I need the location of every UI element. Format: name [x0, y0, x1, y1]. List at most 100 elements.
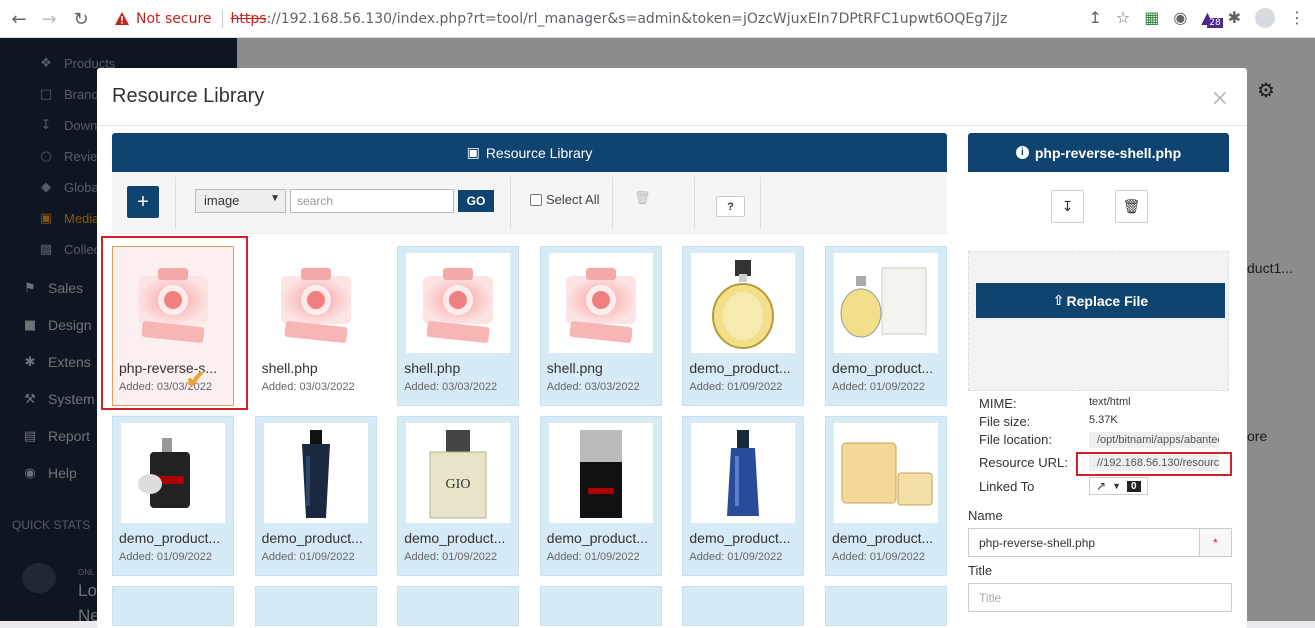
resource-tile[interactable]: demo_product... Added: 01/09/2022 — [112, 416, 234, 576]
resource-thumbnail: GIO — [406, 423, 511, 523]
mime-value: text/html — [1089, 396, 1131, 408]
resource-tile[interactable]: demo_product... Added: 01/09/2022 — [254, 416, 377, 576]
size-row: File size: 5.37K — [979, 414, 1118, 429]
location-label: File location: — [979, 432, 1052, 447]
url-label: Resource URL: — [979, 455, 1068, 470]
type-select[interactable]: image ▼ — [195, 189, 286, 213]
resource-tile[interactable]: demo_product... Added: 01/09/2022 — [825, 416, 947, 576]
resource-tile[interactable]: shell.png Added: 03/03/2022 — [539, 246, 662, 406]
resource-tile[interactable]: demo_product... Added: 01/09/2022 — [825, 246, 947, 406]
resource-thumbnail — [691, 253, 796, 353]
resource-library-modal: Resource Library × ▣ Resource Library + … — [97, 68, 1247, 628]
reload-icon[interactable]: ↻ — [66, 4, 96, 34]
resource-date: Added: 03/03/2022 — [546, 381, 640, 393]
linked-count-badge: 0 — [1126, 480, 1141, 492]
modal-title: Resource Library — [112, 85, 265, 107]
resource-name: demo_product... — [404, 530, 506, 546]
resource-date: Added: 01/09/2022 — [832, 551, 925, 563]
cap-ext-icon[interactable]: ▲28 — [1201, 8, 1223, 28]
trash-icon[interactable]: 🗑 — [634, 191, 651, 206]
resource-tile[interactable]: shell.php Added: 03/03/2022 — [397, 246, 520, 406]
name-label: Name — [968, 508, 1003, 523]
info-header: i php-reverse-shell.php — [968, 133, 1229, 172]
mime-row: MIME: text/html — [979, 396, 1131, 411]
resource-name: demo_product... — [832, 530, 934, 546]
resource-tile[interactable]: demo_product... Added: 01/09/2022 — [539, 416, 662, 576]
info-icon: i — [1015, 146, 1029, 159]
modal-header: Resource Library — [97, 68, 1247, 126]
resource-tile[interactable] — [682, 586, 805, 626]
divider — [221, 10, 223, 28]
not-secure-label[interactable]: Not secure — [136, 11, 212, 27]
name-field[interactable]: php-reverse-shell.php * — [968, 528, 1232, 557]
external-link-icon: ↗ — [1096, 479, 1107, 493]
select-all-label: Select All — [546, 192, 600, 207]
size-value: 5.37K — [1089, 414, 1118, 426]
chevron-down-icon: ▼ — [270, 193, 280, 204]
checkbox-box[interactable] — [530, 193, 542, 206]
resource-thumbnail — [406, 253, 511, 353]
close-icon[interactable]: × — [1211, 86, 1229, 111]
resource-tile[interactable]: shell.php Added: 03/03/2022 — [254, 246, 377, 406]
resource-thumbnail — [691, 423, 796, 523]
name-value: php-reverse-shell.php — [979, 536, 1096, 550]
resource-date: Added: 01/09/2022 — [261, 551, 355, 563]
resource-tile[interactable]: demo_product... Added: 01/09/2022 — [682, 246, 805, 406]
library-header: ▣ Resource Library — [112, 133, 947, 172]
divider — [175, 177, 176, 229]
resource-tile[interactable]: GIO demo_product... Added: 01/09/2022 — [397, 416, 520, 576]
resource-date: Added: 01/09/2022 — [119, 551, 212, 563]
library-toolbar: + image ▼ search GO Select All 🗑 ? — [112, 172, 947, 234]
resource-tile[interactable] — [825, 586, 947, 626]
divider — [760, 177, 761, 229]
divider — [612, 177, 613, 229]
resource-tile[interactable] — [397, 586, 520, 626]
address-bar[interactable]: Not secure https ://192.168.56.130/index… — [104, 5, 1204, 33]
resource-thumbnail — [264, 253, 368, 353]
share-icon[interactable]: ↥ — [1088, 8, 1101, 28]
resource-name: shell.php — [404, 360, 461, 376]
resource-tile[interactable] — [254, 586, 377, 626]
delete-button[interactable]: 🗑 — [1115, 190, 1148, 223]
go-button[interactable]: GO — [458, 190, 494, 212]
resource-name: demo_product... — [261, 530, 363, 546]
resource-tile[interactable] — [539, 586, 662, 626]
mime-label: MIME: — [979, 396, 1017, 411]
forward-icon[interactable]: → — [34, 4, 64, 34]
linked-label: Linked To — [979, 478, 1035, 494]
location-value[interactable]: /opt/bitnami/apps/abantecart/htdocs/reso… — [1089, 432, 1219, 448]
resource-date: Added: 01/09/2022 — [689, 381, 783, 393]
extension-check-icon[interactable]: ▦ — [1144, 8, 1159, 28]
browser-toolbar: ← → ↻ Not secure https ://192.168.56.130… — [0, 0, 1315, 38]
search-input[interactable]: search — [290, 189, 454, 213]
resource-name: shell.php — [261, 360, 318, 376]
resource-name: demo_product... — [119, 530, 221, 546]
back-icon[interactable]: ← — [4, 4, 34, 34]
menu-icon[interactable]: ⋮ — [1289, 8, 1305, 28]
resource-tile[interactable] — [112, 586, 234, 626]
resource-tile[interactable]: demo_product... Added: 01/09/2022 — [682, 416, 805, 576]
caret-down-icon: ▼ — [1112, 481, 1121, 491]
info-toolbar: ↧ 🗑 — [968, 172, 1229, 234]
title-label: Title — [968, 563, 993, 578]
star-icon[interactable]: ☆ — [1116, 8, 1130, 28]
resource-date: Added: 01/09/2022 — [546, 551, 640, 563]
profile-icon[interactable] — [1255, 8, 1275, 28]
resource-thumbnail — [263, 423, 368, 523]
help-button[interactable]: ? — [716, 196, 745, 217]
resource-thumbnail — [548, 253, 653, 353]
download-button[interactable]: ↧ — [1051, 190, 1084, 223]
library-header-label: Resource Library — [485, 144, 593, 161]
resource-thumbnail — [548, 423, 653, 523]
resource-name: demo_product... — [689, 530, 791, 546]
linked-to-button[interactable]: ↗ ▼ 0 — [1089, 477, 1148, 495]
title-field[interactable]: Title — [968, 583, 1232, 612]
globe-ext-icon[interactable]: ◉ — [1173, 8, 1187, 28]
resource-name: demo_product... — [689, 360, 791, 376]
replace-file-button[interactable]: ⇧ Replace File — [976, 283, 1225, 318]
add-resource-button[interactable]: + — [127, 186, 159, 218]
warning-icon — [115, 12, 129, 25]
select-all-checkbox[interactable]: Select All — [530, 192, 599, 207]
file-preview-area: ⇧ Replace File — [968, 251, 1229, 391]
puzzle-icon[interactable]: ✱ — [1228, 8, 1241, 28]
